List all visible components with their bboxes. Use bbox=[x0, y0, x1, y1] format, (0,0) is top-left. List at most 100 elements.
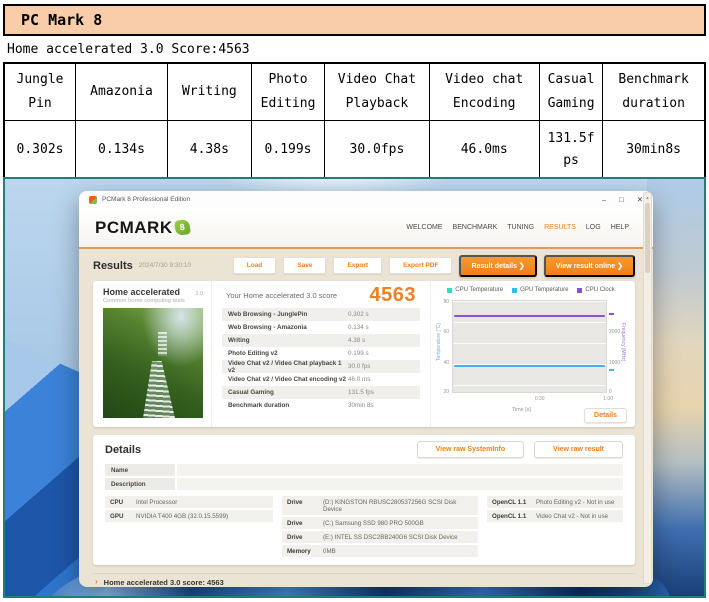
sysinfo-value: 0MB bbox=[323, 548, 473, 555]
y-tick: 80 bbox=[435, 299, 449, 305]
view-raw-result-button[interactable]: View raw result bbox=[534, 441, 623, 458]
save-button[interactable]: Save bbox=[283, 257, 326, 274]
table-value-cell: 30min8s bbox=[603, 121, 705, 181]
y-tick: 1000 bbox=[609, 360, 627, 366]
score-row-label: Video Chat v2 / Video Chat playback 1 v2 bbox=[228, 360, 348, 374]
sysinfo-value: Video Chat v2 - Not in use bbox=[536, 513, 618, 520]
score-row: Video Chat v2 / Video Chat encoding v246… bbox=[222, 373, 420, 386]
sysinfo-key: Drive bbox=[287, 499, 323, 506]
scroll-up-icon[interactable]: ▲ bbox=[644, 193, 651, 200]
desktop-screenshot: PCMark 8 Professional Edition – □ ✕ PCMA… bbox=[3, 177, 706, 598]
results-toolbar: Results 2024/7/30 9:30:10 Load Save Expo… bbox=[93, 254, 635, 277]
sysinfo-row: GPUNVIDIA T400 4GB (32.0.15.5599) bbox=[105, 510, 273, 522]
y-tick: 0 bbox=[609, 389, 627, 395]
app-header: PCMARK 8 WELCOME BENCHMARK TUNING RESULT… bbox=[79, 208, 653, 249]
minimize-icon[interactable]: – bbox=[602, 196, 606, 204]
document-section: PC Mark 8 Home accelerated 3.0 Score:456… bbox=[3, 4, 706, 181]
wallpaper-right-bloom bbox=[647, 179, 704, 596]
system-info-grid: CPUIntel Processor GPUNVIDIA T400 4GB (3… bbox=[105, 496, 623, 557]
score-row: Benchmark duration30min 8s bbox=[222, 399, 420, 412]
maximize-icon[interactable]: □ bbox=[619, 196, 624, 204]
score-row: Video Chat v2 / Video Chat playback 1 v2… bbox=[222, 360, 420, 373]
legend-label: CPU Clock bbox=[585, 287, 614, 293]
sysinfo-key: OpenCL 1.1 bbox=[492, 499, 536, 506]
nav-tuning[interactable]: TUNING bbox=[507, 224, 534, 231]
table-header-cell: Photo Editing bbox=[251, 63, 325, 121]
result-details-button[interactable]: Result details ❯ bbox=[459, 255, 536, 277]
nav-welcome[interactable]: WELCOME bbox=[406, 224, 442, 231]
sysinfo-row: CPUIntel Processor bbox=[105, 496, 273, 508]
nav-results[interactable]: RESULTS bbox=[544, 224, 576, 231]
pcmark-window: PCMark 8 Professional Edition – □ ✕ PCMA… bbox=[79, 191, 653, 587]
nav-benchmark[interactable]: BENCHMARK bbox=[453, 224, 498, 231]
x-tick: 1:00 bbox=[603, 396, 613, 402]
table-value-cell: 131.5fps bbox=[539, 121, 602, 181]
cpu-temp-swatch bbox=[447, 288, 452, 293]
sysinfo-key: Drive bbox=[287, 520, 323, 527]
score-row: Web Browsing - JunglePin0.302 s bbox=[222, 308, 420, 321]
score-row-value: 4.38 s bbox=[348, 337, 414, 344]
scrollbar-thumb[interactable] bbox=[645, 203, 650, 273]
table-header-cell: Casual Gaming bbox=[539, 63, 602, 121]
sysinfo-row: OpenCL 1.1Photo Editing v2 - Not in use bbox=[487, 496, 623, 508]
window-title: PCMark 8 Professional Edition bbox=[102, 196, 602, 203]
meta-value bbox=[177, 464, 623, 476]
score-rows: Web Browsing - JunglePin0.302 s Web Brow… bbox=[222, 308, 420, 412]
score-row: Photo Editing v20.199 s bbox=[222, 347, 420, 360]
sysinfo-value: Photo Editing v2 - Not in use bbox=[536, 499, 618, 506]
score-row-label: Writing bbox=[228, 337, 348, 344]
score-row-value: 0.134 s bbox=[348, 324, 414, 331]
doc-title: PC Mark 8 bbox=[3, 4, 706, 36]
score-row: Casual Gaming131.5 fps bbox=[222, 386, 420, 399]
jungle-waterfall-image bbox=[103, 308, 203, 418]
score-row-value: 46.0 ms bbox=[348, 376, 414, 383]
app-icon bbox=[89, 196, 97, 204]
score-row-value: 0.302 s bbox=[348, 311, 414, 318]
score-row: Web Browsing - Amazonia0.134 s bbox=[222, 321, 420, 334]
monitoring-panel: CPU Temperature GPU Temperature CPU Cloc… bbox=[431, 281, 635, 427]
score-panel: Your Home accelerated 3.0 score 4563 Web… bbox=[211, 281, 431, 427]
nav-log[interactable]: LOG bbox=[586, 224, 601, 231]
meta-rows: Name Description bbox=[105, 464, 623, 490]
score-row-value: 0.199 s bbox=[348, 350, 414, 357]
view-raw-systeminfo-button[interactable]: View raw SystemInfo bbox=[417, 441, 525, 458]
score-row-label: Photo Editing v2 bbox=[228, 350, 348, 357]
plot-area bbox=[452, 300, 607, 393]
sysinfo-key: Drive bbox=[287, 534, 323, 541]
sysinfo-row: Memory0MB bbox=[282, 545, 478, 557]
clock-marker bbox=[609, 313, 614, 315]
export-button[interactable]: Export bbox=[333, 257, 382, 274]
nav-help[interactable]: HELP bbox=[611, 224, 629, 231]
results-timestamp: 2024/7/30 9:30:10 bbox=[139, 262, 191, 269]
vertical-scrollbar[interactable]: ▲ bbox=[643, 192, 652, 584]
sysinfo-row: Drive(C:) Samsung SSD 980 PRO 500GB bbox=[282, 517, 478, 529]
expander-home-accelerated-score[interactable]: › Home accelerated 3.0 score: 4563 bbox=[93, 573, 635, 587]
window-titlebar: PCMark 8 Professional Edition – □ ✕ bbox=[79, 191, 653, 208]
results-title: Results bbox=[93, 260, 133, 272]
test-panel-title: Home accelerated bbox=[103, 287, 195, 297]
sysinfo-key: OpenCL 1.1 bbox=[492, 513, 536, 520]
pcmark-logo: PCMARK 8 bbox=[95, 218, 190, 238]
details-title: Details bbox=[105, 444, 417, 456]
score-row-label: Benchmark duration bbox=[228, 402, 348, 409]
export-pdf-button[interactable]: Export PDF bbox=[389, 257, 452, 274]
sysinfo-key: GPU bbox=[110, 513, 136, 520]
sysinfo-value: (D:) KINGSTON RBUSC280537256G SCSI Disk … bbox=[323, 499, 473, 513]
score-row-value: 131.5 fps bbox=[348, 389, 414, 396]
table-header-cell: Video chat Encoding bbox=[429, 63, 539, 121]
temp-marker bbox=[609, 369, 614, 371]
chart-details-button[interactable]: Details bbox=[584, 408, 627, 423]
benchmark-table: Jungle Pin Amazonia Writing Photo Editin… bbox=[3, 62, 706, 181]
view-result-online-button[interactable]: View result online ❯ bbox=[544, 255, 635, 277]
expander-label: Home accelerated 3.0 score: 4563 bbox=[104, 578, 224, 587]
table-value-row: 0.302s 0.134s 4.38s 0.199s 30.0fps 46.0m… bbox=[4, 121, 705, 181]
table-header-cell: Video Chat Playback bbox=[325, 63, 429, 121]
load-button[interactable]: Load bbox=[233, 257, 277, 274]
cpu-clock-line bbox=[454, 315, 605, 317]
logo-8-badge: 8 bbox=[174, 219, 191, 236]
y-tick: 20 bbox=[435, 389, 449, 395]
monitoring-chart: Temperature [°C] Frequency [MHz] 80 60 4… bbox=[435, 299, 627, 394]
score-row-value: 30min 8s bbox=[348, 402, 414, 409]
result-card: Home accelerated 3.0 Common home computi… bbox=[93, 281, 635, 427]
cpu-clock-swatch bbox=[577, 288, 582, 293]
